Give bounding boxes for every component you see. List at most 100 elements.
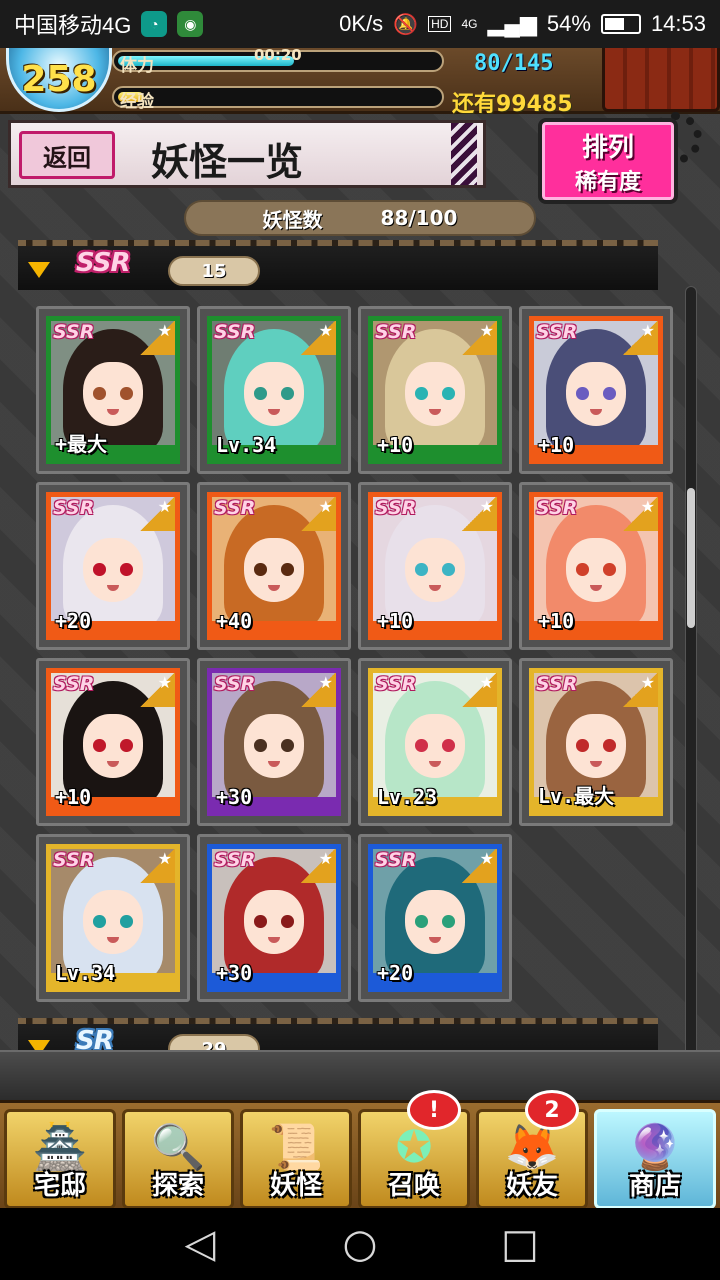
card-rarity-badge: SSR: [375, 673, 417, 695]
nav-label: 妖怪: [269, 1171, 322, 1201]
stamina-timer: 00:20: [254, 48, 302, 64]
treasure-chest-icon[interactable]: [602, 48, 720, 112]
decorative-stripe: [451, 123, 477, 185]
card-rarity-badge: SSR: [53, 497, 95, 519]
monster-card[interactable]: SSR ★ Lv.34: [197, 306, 351, 474]
group-count: 29: [168, 1034, 260, 1050]
clock: 14:53: [650, 11, 706, 36]
nav-label: 妖友: [505, 1171, 558, 1201]
collapse-triangle-icon[interactable]: [28, 1040, 50, 1050]
star-icon: ★: [139, 497, 175, 531]
card-level: +10: [538, 609, 575, 633]
card-frame: SSR ★ +10: [529, 492, 663, 640]
card-rarity-badge: SSR: [53, 321, 95, 343]
monster-card[interactable]: SSR ★ Lv.34: [36, 834, 190, 1002]
monster-card[interactable]: SSR ★ Lv.23: [358, 658, 512, 826]
title-banner: 返回 妖怪一览: [8, 120, 486, 188]
star-icon: ★: [300, 849, 336, 883]
monster-count-value: 88/100: [380, 206, 458, 230]
nav-shop[interactable]: 🔮 商店: [594, 1109, 716, 1208]
sort-button[interactable]: 排列 稀有度: [538, 118, 678, 204]
scrollbar-thumb[interactable]: [687, 488, 695, 628]
card-frame: SSR ★ +40: [207, 492, 341, 640]
card-level: Lv.23: [377, 785, 438, 809]
card-level: Lv.34: [55, 961, 116, 985]
card-frame: SSR ★ +10: [529, 316, 663, 464]
rarity-group-header-ssr[interactable]: SSR 15: [18, 240, 658, 290]
stamina-bar: 体力 00:20: [112, 48, 444, 76]
card-level: +40: [216, 609, 253, 633]
exp-label: 经验: [120, 92, 154, 112]
card-rarity-badge: SSR: [536, 497, 578, 519]
card-frame: SSR ★ +10: [368, 316, 502, 464]
nav-explore[interactable]: 🔍 探索: [122, 1109, 234, 1208]
nav-summon[interactable]: ! ✪ 召唤: [358, 1090, 470, 1208]
monster-count-pill: 妖怪数 88/100: [184, 200, 536, 236]
card-frame: SSR ★ Lv.34: [207, 316, 341, 464]
card-rarity-badge: SSR: [375, 497, 417, 519]
nav-monsters[interactable]: 📜 妖怪: [240, 1109, 352, 1208]
monster-card[interactable]: SSR ★ +最大: [36, 306, 190, 474]
card-level: +10: [377, 609, 414, 633]
star-icon: ★: [461, 849, 497, 883]
card-level: +30: [216, 961, 253, 985]
star-icon: ★: [300, 321, 336, 355]
card-frame: SSR ★ +10: [46, 668, 180, 816]
monster-card[interactable]: SSR ★ +10: [36, 658, 190, 826]
card-frame: SSR ★ +20: [368, 844, 502, 992]
network-speed: 0K/s: [339, 11, 384, 36]
star-icon: ★: [139, 321, 175, 355]
card-rarity-badge: SSR: [214, 849, 256, 871]
star-icon: ★: [461, 321, 497, 355]
list-scrollbar[interactable]: [685, 286, 697, 1098]
card-level: +10: [538, 433, 575, 457]
collapse-triangle-icon[interactable]: [28, 262, 50, 278]
monster-card[interactable]: SSR ★ +20: [36, 482, 190, 650]
mute-icon: 🔕: [393, 13, 419, 36]
player-level-orb: 258: [6, 48, 112, 112]
nav-label: 商店: [628, 1171, 681, 1201]
star-icon: ★: [622, 497, 658, 531]
nav-divider: [0, 1050, 720, 1100]
nav-mansion[interactable]: 🏯 宅邸: [4, 1109, 116, 1208]
wechat-notification-icon: ◉: [177, 11, 204, 37]
game-screen: 258 体力 00:20 80/145 经验 还有99485 返回 妖怪一览 排…: [0, 48, 720, 1208]
rarity-badge: SSR: [76, 248, 131, 278]
monster-card[interactable]: SSR ★ +20: [358, 834, 512, 1002]
back-triangle-icon[interactable]: ◁: [170, 1221, 230, 1267]
sort-button-label: 排列: [581, 132, 634, 163]
page-title: 妖怪一览: [151, 139, 304, 184]
card-rarity-badge: SSR: [214, 673, 256, 695]
rarity-group-header-sr[interactable]: SR 29: [18, 1018, 658, 1050]
recents-square-icon[interactable]: □: [490, 1221, 550, 1267]
exp-bar: 经验: [112, 86, 444, 112]
monster-card[interactable]: SSR ★ +30: [197, 658, 351, 826]
card-rarity-badge: SSR: [375, 849, 417, 871]
card-frame: SSR ★ +10: [368, 492, 502, 640]
card-frame: SSR ★ +30: [207, 668, 341, 816]
app-notification-icon: ◔: [141, 11, 168, 37]
signal-icon: ▂▄▆: [487, 11, 537, 36]
monster-card[interactable]: SSR ★ +10: [358, 482, 512, 650]
exp-remaining: 还有99485: [452, 92, 573, 117]
star-icon: ★: [300, 673, 336, 707]
back-button[interactable]: 返回: [19, 131, 115, 179]
home-circle-icon[interactable]: ○: [330, 1221, 390, 1267]
player-level: 258: [21, 58, 97, 100]
card-rarity-badge: SSR: [214, 497, 256, 519]
nav-label: 宅邸: [33, 1171, 86, 1201]
monster-card[interactable]: SSR ★ +10: [519, 306, 673, 474]
hd-icon: HD: [428, 16, 452, 32]
star-icon: ★: [622, 321, 658, 355]
nav-friends[interactable]: 2 🦊 妖友: [476, 1090, 588, 1208]
monster-list[interactable]: SSR 15 SSR ★ +最大 SSR ★ Lv.34 SSR ★ +10 SSR ★ +10 SSR…: [10, 240, 710, 1050]
monster-card[interactable]: SSR ★ +10: [519, 482, 673, 650]
battery-icon: [600, 14, 641, 34]
monster-card[interactable]: SSR ★ +40: [197, 482, 351, 650]
top-hud: 258 体力 00:20 80/145 经验 还有99485: [0, 48, 720, 117]
card-rarity-badge: SSR: [53, 673, 95, 695]
card-level: +30: [216, 785, 253, 809]
monster-card[interactable]: SSR ★ +10: [358, 306, 512, 474]
monster-card[interactable]: SSR ★ +30: [197, 834, 351, 1002]
monster-card[interactable]: SSR ★ Lv.最大: [519, 658, 673, 826]
